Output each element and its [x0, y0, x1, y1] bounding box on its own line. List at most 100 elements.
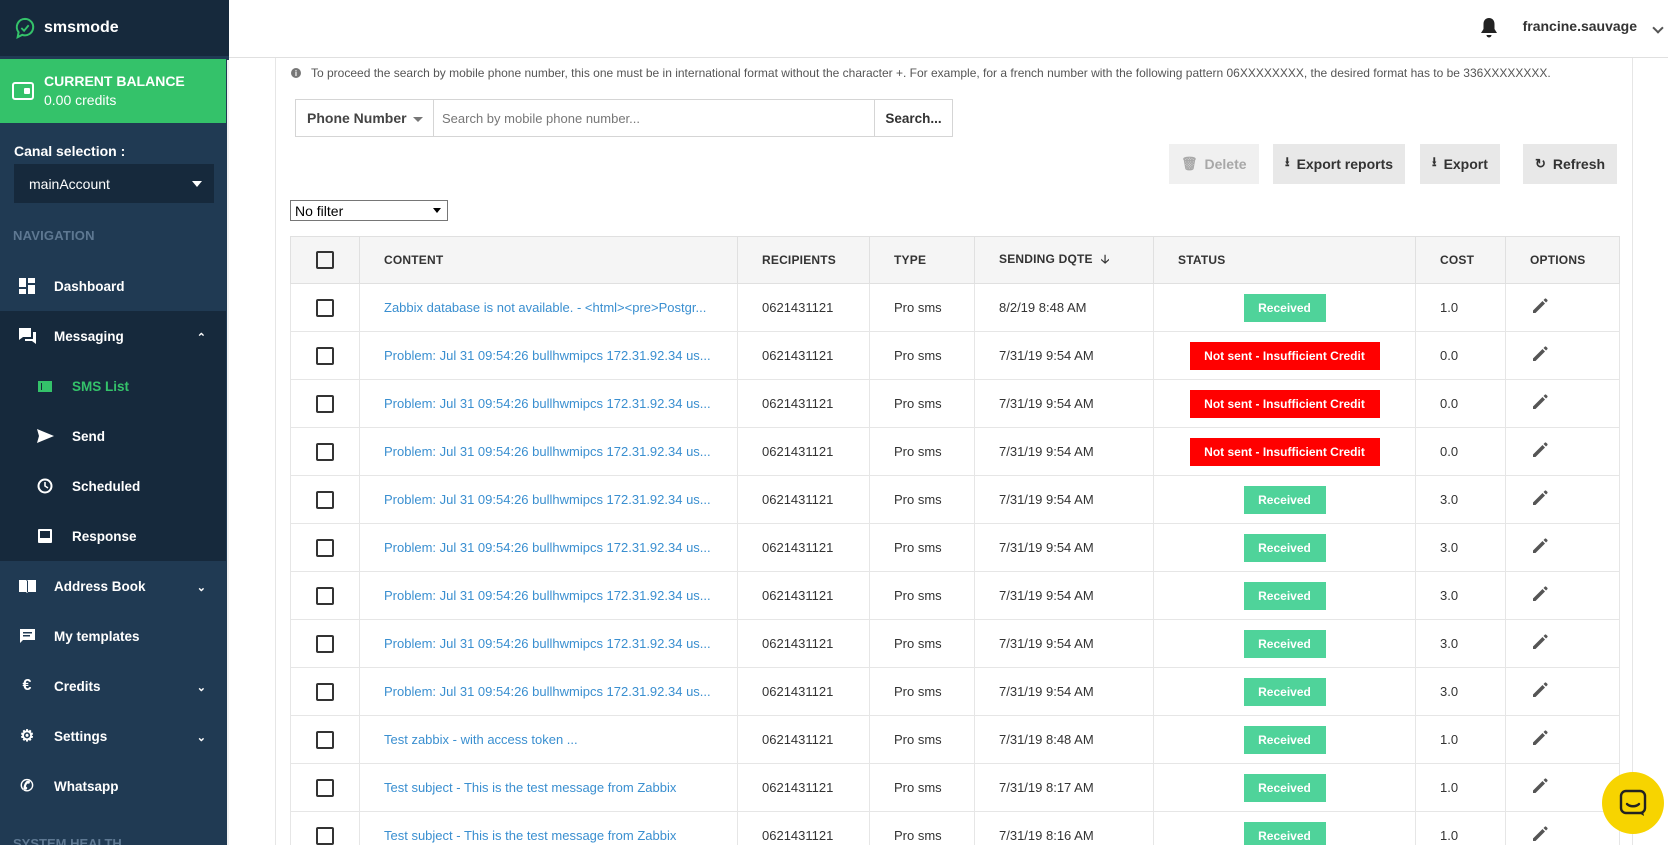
export-button[interactable]: ⭳ Export: [1420, 144, 1500, 184]
message-link[interactable]: Zabbix database is not available. - <htm…: [384, 300, 706, 315]
row-checkbox[interactable]: [316, 490, 334, 509]
row-checkbox[interactable]: [316, 682, 334, 701]
col-recipients[interactable]: RECIPIENTS: [737, 236, 870, 284]
info-icon: i: [291, 68, 301, 78]
edit-icon[interactable]: [1530, 488, 1550, 508]
edit-icon[interactable]: [1530, 584, 1550, 604]
cost-cell: 3.0: [1415, 667, 1506, 716]
search-input[interactable]: [434, 100, 874, 136]
table-row[interactable]: Problem: Jul 31 09:54:26 bullhwmipcs 172…: [290, 619, 1620, 668]
balance-panel[interactable]: CURRENT BALANCE 0.00 credits: [0, 59, 226, 123]
edit-icon[interactable]: [1530, 344, 1550, 364]
edit-icon[interactable]: [1530, 824, 1550, 844]
table-row[interactable]: Problem: Jul 31 09:54:26 bullhwmipcs 172…: [290, 523, 1620, 572]
col-type[interactable]: TYPE: [869, 236, 975, 284]
table-body: Zabbix database is not available. - <htm…: [290, 283, 1620, 845]
row-checkbox[interactable]: [316, 538, 334, 557]
table-row[interactable]: Test subject - This is the test message …: [290, 763, 1620, 812]
message-link[interactable]: Problem: Jul 31 09:54:26 bullhwmipcs 172…: [384, 492, 711, 507]
nav-item-response[interactable]: Response: [0, 511, 226, 561]
filter-select[interactable]: No filter: [290, 200, 448, 221]
nav-item-messaging[interactable]: Messaging ⌃: [0, 311, 226, 361]
nav-item-credits[interactable]: € Credits ⌄: [0, 661, 226, 711]
row-checkbox[interactable]: [316, 634, 334, 653]
table-row[interactable]: Zabbix database is not available. - <htm…: [290, 283, 1620, 332]
export-reports-button[interactable]: ⭳ Export reports: [1273, 144, 1406, 184]
chevron-down-icon[interactable]: [1652, 22, 1664, 34]
search-type-select[interactable]: Phone Number: [296, 100, 434, 136]
sidebar-scrollbar[interactable]: [227, 60, 229, 845]
options-cell: [1505, 715, 1620, 764]
table-row[interactable]: Problem: Jul 31 09:54:26 bullhwmipcs 172…: [290, 571, 1620, 620]
message-link[interactable]: Problem: Jul 31 09:54:26 bullhwmipcs 172…: [384, 396, 711, 411]
table-row[interactable]: Problem: Jul 31 09:54:26 bullhwmipcs 172…: [290, 475, 1620, 524]
message-link[interactable]: Test zabbix - with access token ...: [384, 732, 578, 747]
nav-item-send[interactable]: Send: [0, 411, 226, 461]
nav-item-scheduled[interactable]: Scheduled: [0, 461, 226, 511]
search-type-value: Phone Number: [307, 110, 407, 126]
message-link[interactable]: Problem: Jul 31 09:54:26 bullhwmipcs 172…: [384, 348, 711, 363]
edit-icon[interactable]: [1530, 728, 1550, 748]
row-checkbox[interactable]: [316, 298, 334, 317]
col-date-label: SENDING DQTE: [999, 251, 1093, 266]
edit-icon[interactable]: [1530, 536, 1550, 556]
caret-down-icon: [192, 181, 202, 187]
chat-widget-button[interactable]: [1602, 772, 1664, 834]
row-checkbox[interactable]: [316, 778, 334, 797]
select-all-checkbox[interactable]: [316, 251, 334, 269]
row-checkbox[interactable]: [316, 346, 334, 365]
edit-icon[interactable]: [1530, 296, 1550, 316]
search-button[interactable]: Search...: [874, 100, 952, 136]
nav-item-whatsapp[interactable]: ✆ Whatsapp: [0, 761, 226, 811]
nav-item-dashboard[interactable]: Dashboard: [0, 261, 226, 311]
row-checkbox[interactable]: [316, 730, 334, 749]
row-checkbox[interactable]: [316, 394, 334, 413]
table-header-row: CONTENT RECIPIENTS TYPE SENDING DQTE 🡣 ST…: [290, 236, 1620, 284]
bell-icon[interactable]: [1480, 17, 1498, 39]
inbox-icon: [36, 527, 54, 545]
table-row[interactable]: Problem: Jul 31 09:54:26 bullhwmipcs 172…: [290, 667, 1620, 716]
edit-icon[interactable]: [1530, 632, 1550, 652]
user-menu[interactable]: francine.sauvage: [1523, 18, 1637, 34]
delete-button[interactable]: 🗑 Delete: [1169, 144, 1259, 184]
table-row[interactable]: Problem: Jul 31 09:54:26 bullhwmipcs 172…: [290, 427, 1620, 476]
table-row[interactable]: Problem: Jul 31 09:54:26 bullhwmipcs 172…: [290, 379, 1620, 428]
col-content[interactable]: CONTENT: [359, 236, 738, 284]
message-link[interactable]: Problem: Jul 31 09:54:26 bullhwmipcs 172…: [384, 684, 711, 699]
col-status[interactable]: STATUS: [1153, 236, 1416, 284]
recipient-cell: 0621431121: [737, 811, 870, 845]
row-checkbox[interactable]: [316, 826, 334, 845]
row-checkbox[interactable]: [316, 442, 334, 461]
nav-item-sms-list[interactable]: SMS List: [0, 361, 226, 411]
message-link[interactable]: Test subject - This is the test message …: [384, 828, 676, 843]
edit-icon[interactable]: [1530, 680, 1550, 700]
account-select[interactable]: mainAccount: [14, 164, 214, 203]
refresh-button[interactable]: ↻ Refresh: [1523, 144, 1618, 184]
message-link[interactable]: Problem: Jul 31 09:54:26 bullhwmipcs 172…: [384, 444, 711, 459]
table-row[interactable]: Problem: Jul 31 09:54:26 bullhwmipcs 172…: [290, 331, 1620, 380]
nav-item-my-templates[interactable]: My templates: [0, 611, 226, 661]
table-row[interactable]: Test zabbix - with access token ... 0621…: [290, 715, 1620, 764]
nav-item-address-book[interactable]: Address Book ⌄: [0, 561, 226, 611]
row-checkbox[interactable]: [316, 586, 334, 605]
col-cost[interactable]: COST: [1415, 236, 1506, 284]
type-cell: Pro sms: [869, 667, 975, 716]
message-link[interactable]: Problem: Jul 31 09:54:26 bullhwmipcs 172…: [384, 636, 711, 651]
content-cell: Test zabbix - with access token ...: [359, 715, 738, 764]
nav-item-label: Dashboard: [54, 278, 125, 294]
edit-icon[interactable]: [1530, 392, 1550, 412]
options-cell: [1505, 331, 1620, 380]
message-link[interactable]: Problem: Jul 31 09:54:26 bullhwmipcs 172…: [384, 588, 711, 603]
edit-icon[interactable]: [1530, 440, 1550, 460]
message-link[interactable]: Problem: Jul 31 09:54:26 bullhwmipcs 172…: [384, 540, 711, 555]
nav-menu: Dashboard Messaging ⌃ SMS List Send Sche…: [0, 261, 226, 811]
table-row[interactable]: Test subject - This is the test message …: [290, 811, 1620, 845]
search-info-text: To proceed the search by mobile phone nu…: [311, 66, 1551, 80]
edit-icon[interactable]: [1530, 776, 1550, 796]
message-link[interactable]: Test subject - This is the test message …: [384, 780, 676, 795]
brand[interactable]: smsmode: [0, 0, 229, 56]
col-date[interactable]: SENDING DQTE 🡣: [974, 236, 1154, 284]
options-cell: [1505, 427, 1620, 476]
row-select-cell: [290, 571, 360, 620]
nav-item-settings[interactable]: ⚙ Settings ⌄: [0, 711, 226, 761]
